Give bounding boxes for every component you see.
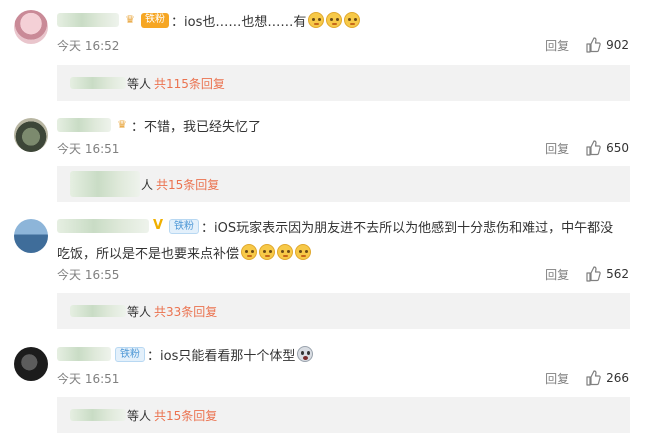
comment-actions: 回复 562 xyxy=(545,264,629,284)
verified-icon: V xyxy=(153,218,164,233)
comment-text: 不错，我已经失忆了 xyxy=(144,119,262,135)
comment-actions: 回复 902 xyxy=(545,35,629,55)
like-count: 902 xyxy=(606,38,629,52)
fan-badge[interactable]: 铁粉 xyxy=(115,346,145,362)
doge-emoji-icon xyxy=(308,12,325,28)
comment-item: V 铁粉 ： iOS玩家表示因为朋友进不去所以为他感到十分悲伤和难过，中午都没 … xyxy=(0,216,655,336)
comment-text: ios也……也想……有 xyxy=(184,14,307,30)
comment-header: V 铁粉 ： iOS玩家表示因为朋友进不去所以为他感到十分悲伤和难过，中午都没 xyxy=(57,214,613,238)
comment-time: 今天 16:52 xyxy=(57,38,120,53)
like-button[interactable]: 650 xyxy=(585,140,629,156)
comment-text: iOS玩家表示因为朋友进不去所以为他感到十分悲伤和难过，中午都没 xyxy=(214,220,614,236)
colon: ： xyxy=(201,220,215,236)
comment-actions: 回复 650 xyxy=(545,138,629,158)
comment-item: ♛ ： 不错，我已经失忆了 今天 16:51 回复 650 人 共15条回复 xyxy=(0,113,655,209)
like-count: 650 xyxy=(606,141,629,155)
avatar[interactable] xyxy=(14,118,48,152)
colon: ： xyxy=(147,348,161,364)
comment-text: ios只能看看那十个体型 xyxy=(160,348,296,364)
avatar[interactable] xyxy=(14,10,48,44)
thumbs-up-icon xyxy=(586,370,601,386)
comment-text-line2-row: 吃饭，所以是不是也要来点补偿 xyxy=(57,240,312,264)
avatar[interactable] xyxy=(14,219,48,253)
blurred-username[interactable] xyxy=(57,13,119,27)
avatar[interactable] xyxy=(14,347,48,381)
comment-actions: 回复 266 xyxy=(545,368,629,388)
doge-emoji-icon xyxy=(326,12,343,28)
like-button[interactable]: 266 xyxy=(585,370,629,386)
crown-icon: ♛ xyxy=(117,118,127,131)
doge-emoji-icon xyxy=(344,12,361,28)
reply-button[interactable]: 回复 xyxy=(545,266,569,283)
reply-count-link[interactable]: 共15条回复 xyxy=(156,176,219,193)
comment-header: ♛ 铁粉 ： ios也……也想……有 xyxy=(57,8,361,32)
like-button[interactable]: 562 xyxy=(585,266,629,282)
blurred-username xyxy=(70,171,140,197)
comment-item: ♛ 铁粉 ： ios也……也想……有 今天 16:52 回复 902 等人 共1… xyxy=(0,5,655,105)
reply-summary[interactable]: 等人 共33条回复 xyxy=(57,293,630,329)
colon: ： xyxy=(131,119,145,135)
comment-time: 今天 16:51 xyxy=(57,141,120,156)
thumbs-up-icon xyxy=(586,37,601,53)
doge-emoji-icon xyxy=(241,244,258,260)
reply-count-link[interactable]: 共15条回复 xyxy=(154,407,217,424)
blurred-username xyxy=(70,77,126,89)
comment-header: ♛ ： 不错，我已经失忆了 xyxy=(57,113,261,137)
reply-count-link[interactable]: 共33条回复 xyxy=(154,303,217,320)
blurred-username[interactable] xyxy=(57,118,111,132)
comment-item: 铁粉 ： ios只能看看那十个体型 今天 16:51 回复 266 等人 共15… xyxy=(0,342,655,438)
doge-emoji-icon xyxy=(295,244,312,260)
fan-badge[interactable]: 铁粉 xyxy=(141,12,169,28)
comment-time: 今天 16:55 xyxy=(57,267,120,282)
blurred-username[interactable] xyxy=(57,347,111,361)
reply-summary[interactable]: 等人 共15条回复 xyxy=(57,397,630,433)
doge-emoji-icon xyxy=(277,244,294,260)
doge-emoji-icon xyxy=(259,244,276,260)
like-button[interactable]: 902 xyxy=(585,37,629,53)
crown-icon: ♛ xyxy=(125,13,135,26)
reply-button[interactable]: 回复 xyxy=(545,37,569,54)
like-count: 562 xyxy=(606,267,629,281)
reply-button[interactable]: 回复 xyxy=(545,140,569,157)
blurred-username[interactable] xyxy=(57,219,149,233)
colon: ： xyxy=(171,14,185,30)
reply-suffix: 等人 xyxy=(127,76,152,91)
reply-count-link[interactable]: 共115条回复 xyxy=(154,75,225,92)
blurred-username xyxy=(70,305,126,317)
reply-button[interactable]: 回复 xyxy=(545,370,569,387)
thumbs-up-icon xyxy=(586,266,601,282)
comment-text-line2: 吃饭，所以是不是也要来点补偿 xyxy=(57,246,240,262)
fan-badge[interactable]: 铁粉 xyxy=(169,218,199,234)
reply-summary[interactable]: 等人 共115条回复 xyxy=(57,65,630,101)
reply-suffix: 等人 xyxy=(127,304,152,319)
comment-header: 铁粉 ： ios只能看看那十个体型 xyxy=(57,342,314,366)
reply-suffix: 人 xyxy=(141,177,154,192)
comment-time: 今天 16:51 xyxy=(57,371,120,386)
reply-suffix: 等人 xyxy=(127,408,152,423)
like-count: 266 xyxy=(606,371,629,385)
thumbs-up-icon xyxy=(586,140,601,156)
scared-emoji-icon xyxy=(297,346,314,362)
blurred-username xyxy=(70,409,126,421)
reply-summary[interactable]: 人 共15条回复 xyxy=(57,166,630,202)
